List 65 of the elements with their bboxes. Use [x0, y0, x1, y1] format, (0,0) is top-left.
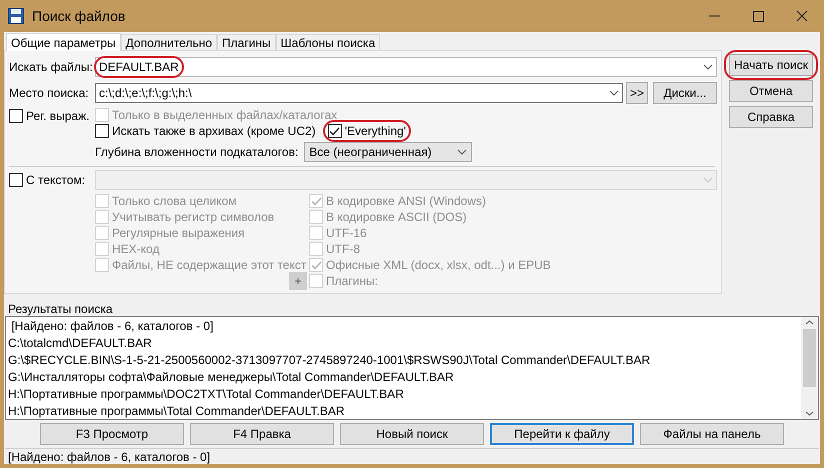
search-path-combobox[interactable]: c:\;d:\;e:\;f:\;g:\;h:\: [95, 83, 623, 103]
field-label: Глубина вложенности подкаталогов:: [95, 145, 298, 159]
result-row[interactable]: C:\totalcmd\DEFAULT.BAR: [8, 335, 801, 352]
checkbox-label: В кодировке ANSI (Windows): [326, 194, 486, 208]
checkbox-label: Только в выделенных файлах/каталогах: [112, 108, 338, 122]
checkbox-label: Учитывать регистр символов: [112, 210, 274, 224]
checkbox-label: Офисные XML (docx, xlsx, odt...) и EPUB: [326, 258, 551, 272]
checkbox[interactable]: [9, 173, 23, 187]
action-button[interactable]: Файлы на панель: [640, 423, 784, 445]
checkbox-label: С текстом:: [26, 173, 86, 187]
chevron-up-icon: [805, 320, 814, 325]
search-path-value: c:\;d:\;e:\;f:\;g:\;h:\: [99, 86, 193, 100]
plus-button[interactable]: +: [289, 272, 307, 290]
text-combobox[interactable]: [95, 170, 717, 190]
browse-button[interactable]: >>: [626, 82, 648, 104]
result-row[interactable]: G:\$RECYCLE.BIN\S-1-5-21-2500560002-3713097707-2745897240-1001\$RSWS90J\Total Commander\DEFAULT.BAR: [8, 352, 801, 369]
checkbox[interactable]: [95, 124, 109, 138]
action-button[interactable]: F3 Просмотр: [40, 423, 184, 445]
depth-value: Все (неограниченная): [309, 145, 432, 159]
side-button[interactable]: Начать поиск: [729, 54, 813, 76]
scrollbar-thumb[interactable]: [803, 329, 816, 387]
checkbox-label: В кодировке ASCII (DOS): [326, 210, 467, 224]
scrollbar[interactable]: [801, 317, 818, 419]
drives-button[interactable]: Диски...: [653, 82, 717, 104]
chevron-down-icon: [457, 149, 468, 155]
checkbox[interactable]: [9, 109, 23, 123]
tab[interactable]: Шаблоны поиска: [276, 34, 380, 50]
checkbox-label: 'Everything': [344, 124, 406, 138]
side-button[interactable]: Справка: [729, 106, 813, 128]
chevron-down-icon: [805, 411, 814, 416]
close-icon: [796, 10, 808, 22]
checkbox-label: UTF-8: [326, 242, 360, 256]
chevron-down-icon: [609, 90, 619, 96]
action-button[interactable]: F4 Правка: [190, 423, 334, 445]
field-label: Место поиска:: [9, 86, 90, 100]
checkbox-label: Файлы, НЕ содержащие этот текст: [112, 258, 306, 272]
results-label: Результаты поиска: [8, 302, 113, 316]
depth-dropdown[interactable]: Все (неограниченная): [304, 142, 472, 162]
action-button[interactable]: Новый поиск: [340, 423, 484, 445]
result-row[interactable]: [Найдено: файлов - 6, каталогов - 0]: [8, 318, 801, 335]
chevron-down-icon: [703, 64, 713, 70]
result-row[interactable]: H:\Портативные программы\DOC2TXT\Total Commander\DEFAULT.BAR: [8, 386, 801, 403]
tab[interactable]: Общие параметры: [6, 33, 121, 51]
checkbox-label: Искать также в архивах (кроме UC2): [112, 124, 316, 138]
window-title: Поиск файлов: [32, 9, 126, 23]
minimize-icon: [708, 15, 720, 17]
file-name-value: DEFAULT.BAR: [99, 60, 179, 74]
maximize-icon: [752, 10, 764, 22]
checkbox-label: UTF-16: [326, 226, 367, 240]
file-name-combobox[interactable]: DEFAULT.BAR: [95, 57, 717, 77]
result-row[interactable]: G:\Инсталляторы софта\Файловые менеджеры\Total Commander\DEFAULT.BAR: [8, 369, 801, 386]
result-row[interactable]: H:\Портативные программы\Total Commander\DEFAULT.BAR: [8, 403, 801, 419]
checkbox-label: Рег. выраж.: [26, 109, 90, 123]
chevron-down-icon: [703, 177, 713, 183]
status-bar: [Найдено: файлов - 6, каталогов - 0]: [5, 448, 819, 464]
checkbox-label: Только слова целиком: [112, 194, 237, 208]
action-button[interactable]: Перейти к файлу: [490, 423, 634, 445]
tab[interactable]: Плагины: [217, 34, 276, 50]
field-label: Искать файлы:: [9, 60, 94, 74]
tab[interactable]: Дополнительно: [120, 34, 218, 50]
side-button[interactable]: Отмена: [729, 80, 813, 102]
checkbox-label: HEX-код: [112, 242, 160, 256]
checkbox-label: Регулярные выражения: [112, 226, 245, 240]
checkbox[interactable]: [328, 124, 342, 138]
checkbox-label: Плагины:: [326, 274, 378, 288]
